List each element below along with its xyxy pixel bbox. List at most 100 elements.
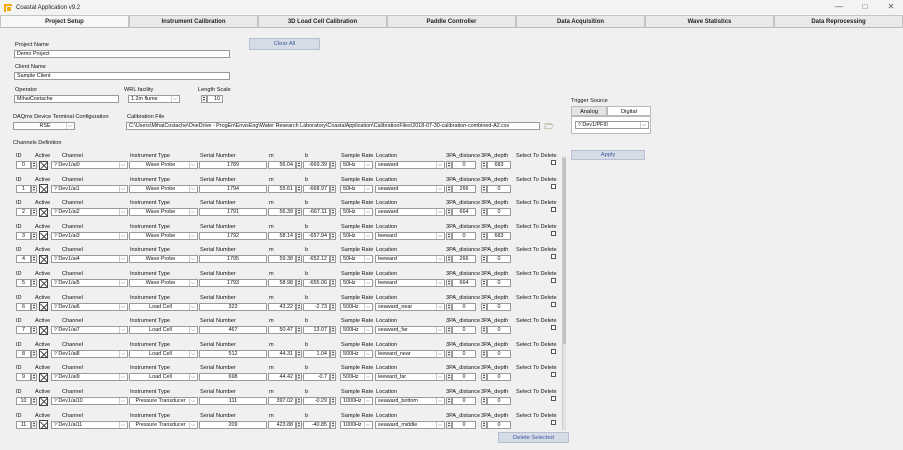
id-spinner[interactable]: ▴ ▾ <box>31 420 37 429</box>
id-spinner[interactable]: ▴ ▾ <box>31 349 37 358</box>
trigger-channel-dropdown[interactable]: ⁷⁄ Dev1/PFI0 ⌵ <box>575 121 649 129</box>
tab-data-acquisition[interactable]: Data Acquisition <box>516 15 645 27</box>
id-field[interactable]: 8 <box>16 349 31 358</box>
m-spinner[interactable]: ▴ ▾ <box>296 208 302 217</box>
select-to-delete-checkbox[interactable] <box>551 230 556 236</box>
instrument-type-dropdown[interactable]: Load Cell ⌵ <box>129 349 198 358</box>
serial-number-field[interactable]: 1792 <box>199 231 267 240</box>
id-spinner[interactable]: ▴ ▾ <box>31 373 37 382</box>
b-field[interactable]: -0.7 <box>303 373 330 382</box>
m-field[interactable]: 56.04 <box>268 161 296 169</box>
3pa-depth-field[interactable]: 0 <box>487 373 511 382</box>
location-dropdown[interactable]: seaward_far ⌵ <box>375 326 445 335</box>
id-spinner[interactable]: ▴ ▾ <box>31 326 37 335</box>
active-toggle[interactable] <box>39 231 48 241</box>
sample-rate-dropdown[interactable]: 1000Hz ⌵ <box>340 420 373 429</box>
sample-rate-dropdown[interactable]: 50Hz ⌵ <box>340 231 373 240</box>
id-field[interactable]: 6 <box>16 302 31 311</box>
daq-terminal-dropdown[interactable]: RSE ⌵ <box>13 122 75 130</box>
3pa-distance-field[interactable]: 0 <box>452 397 476 405</box>
b-field[interactable]: -40.85 <box>303 420 330 429</box>
close-button[interactable]: ✕ <box>885 2 897 11</box>
m-field[interactable]: 43.22 <box>268 302 296 311</box>
m-field[interactable]: 56.39 <box>268 208 296 217</box>
b-spinner[interactable]: ▴ ▾ <box>330 208 336 217</box>
location-dropdown[interactable]: seaward_near ⌵ <box>375 302 445 311</box>
instrument-type-dropdown[interactable]: Wave Probe ⌵ <box>129 279 198 287</box>
location-dropdown[interactable]: seaward ⌵ <box>375 208 445 217</box>
3pa-depth-field[interactable]: 0 <box>487 255 511 264</box>
sample-rate-dropdown[interactable]: 50Hz ⌵ <box>340 184 373 193</box>
id-spinner[interactable]: ▴ ▾ <box>31 397 37 405</box>
b-spinner[interactable]: ▴ ▾ <box>330 255 336 264</box>
3pa-distance-field[interactable]: 0 <box>452 373 476 382</box>
channel-dropdown[interactable]: ⁷⁄ Dev1/ai4 ⌵ <box>51 255 128 264</box>
instrument-type-dropdown[interactable]: Wave Probe ⌵ <box>129 161 198 169</box>
3pa-distance-field[interactable]: 664 <box>452 208 476 217</box>
3pa-distance-field[interactable]: 0 <box>452 326 476 335</box>
select-to-delete-checkbox[interactable] <box>551 160 556 165</box>
tab-3d-load-cell-calibration[interactable]: 3D Load Cell Calibration <box>258 15 387 27</box>
id-spinner[interactable]: ▴ ▾ <box>31 184 37 193</box>
channel-dropdown[interactable]: ⁷⁄ Dev1/ai5 ⌵ <box>51 279 128 287</box>
id-field[interactable]: 5 <box>16 279 31 287</box>
instrument-type-dropdown[interactable]: Wave Probe ⌵ <box>129 184 198 193</box>
scrollbar-thumb[interactable] <box>563 158 566 344</box>
m-field[interactable]: 44.42 <box>268 373 296 382</box>
channel-dropdown[interactable]: ⁷⁄ Dev1/ai6 ⌵ <box>51 302 128 311</box>
tab-project-setup[interactable]: Project Setup <box>0 15 129 27</box>
delete-selected-button[interactable]: Delete Selected <box>498 432 569 443</box>
channels-scrollbar[interactable] <box>562 156 566 430</box>
tab-wave-statistics[interactable]: Wave Statistics <box>645 15 774 27</box>
serial-number-field[interactable]: 323 <box>199 302 267 311</box>
channel-dropdown[interactable]: ⁷⁄ Dev1/ai3 ⌵ <box>51 231 128 240</box>
active-toggle[interactable] <box>39 302 48 312</box>
instrument-type-dropdown[interactable]: Pressure Transducer ⌵ <box>129 397 198 405</box>
active-toggle[interactable] <box>39 372 48 382</box>
b-field[interactable]: -669.39 <box>303 161 330 169</box>
select-to-delete-checkbox[interactable] <box>551 419 556 425</box>
location-dropdown[interactable]: seaward_middle ⌵ <box>375 420 445 429</box>
sample-rate-dropdown[interactable]: 500Hz ⌵ <box>340 349 373 358</box>
m-field[interactable]: 58.98 <box>268 279 296 287</box>
3pa-depth-field[interactable]: 0 <box>487 279 511 287</box>
instrument-type-dropdown[interactable]: Pressure Transducer ⌵ <box>129 420 198 429</box>
tab-instrument-calibration[interactable]: Instrument Calibration <box>129 15 258 27</box>
b-field[interactable]: -0.29 <box>303 397 330 405</box>
active-toggle[interactable] <box>39 349 48 359</box>
3pa-depth-field[interactable]: 683 <box>487 231 511 240</box>
sample-rate-dropdown[interactable]: 50Hz ⌵ <box>340 161 373 169</box>
serial-number-field[interactable]: 111 <box>199 397 267 405</box>
m-spinner[interactable]: ▴ ▾ <box>296 420 302 429</box>
m-field[interactable]: 44.31 <box>268 349 296 358</box>
id-field[interactable]: 9 <box>16 373 31 382</box>
3pa-distance-field[interactable]: 266 <box>452 255 476 264</box>
m-field[interactable]: 55.61 <box>268 184 296 193</box>
m-spinner[interactable]: ▴ ▾ <box>296 349 302 358</box>
3pa-distance-field[interactable]: 0 <box>452 302 476 311</box>
3pa-distance-field[interactable]: 266 <box>452 184 476 193</box>
channel-dropdown[interactable]: ⁷⁄ Dev1/ai7 ⌵ <box>51 326 128 335</box>
serial-number-field[interactable]: 698 <box>199 373 267 382</box>
active-toggle[interactable] <box>39 160 48 170</box>
b-field[interactable]: -668.97 <box>303 184 330 193</box>
project-name-field[interactable]: Demo Project <box>14 50 230 58</box>
id-field[interactable]: 3 <box>16 231 31 240</box>
serial-number-field[interactable]: 467 <box>199 326 267 335</box>
select-to-delete-checkbox[interactable] <box>551 372 556 378</box>
serial-number-field[interactable]: 1795 <box>199 255 267 264</box>
select-to-delete-checkbox[interactable] <box>551 325 556 331</box>
length-scale-field[interactable]: 10 <box>207 95 223 103</box>
m-spinner[interactable]: ▴ ▾ <box>296 373 302 382</box>
minimize-button[interactable]: — <box>833 2 845 11</box>
location-dropdown[interactable]: leeward ⌵ <box>375 255 445 264</box>
select-to-delete-checkbox[interactable] <box>551 301 556 307</box>
instrument-type-dropdown[interactable]: Load Cell ⌵ <box>129 302 198 311</box>
b-spinner[interactable]: ▴ ▾ <box>330 161 336 169</box>
3pa-distance-field[interactable]: 0 <box>452 161 476 169</box>
instrument-type-dropdown[interactable]: Load Cell ⌵ <box>129 326 198 335</box>
b-field[interactable]: -655.06 <box>303 279 330 287</box>
location-dropdown[interactable]: seaward ⌵ <box>375 161 445 169</box>
3pa-depth-field[interactable]: 0 <box>487 184 511 193</box>
b-field[interactable]: -657.94 <box>303 231 330 240</box>
